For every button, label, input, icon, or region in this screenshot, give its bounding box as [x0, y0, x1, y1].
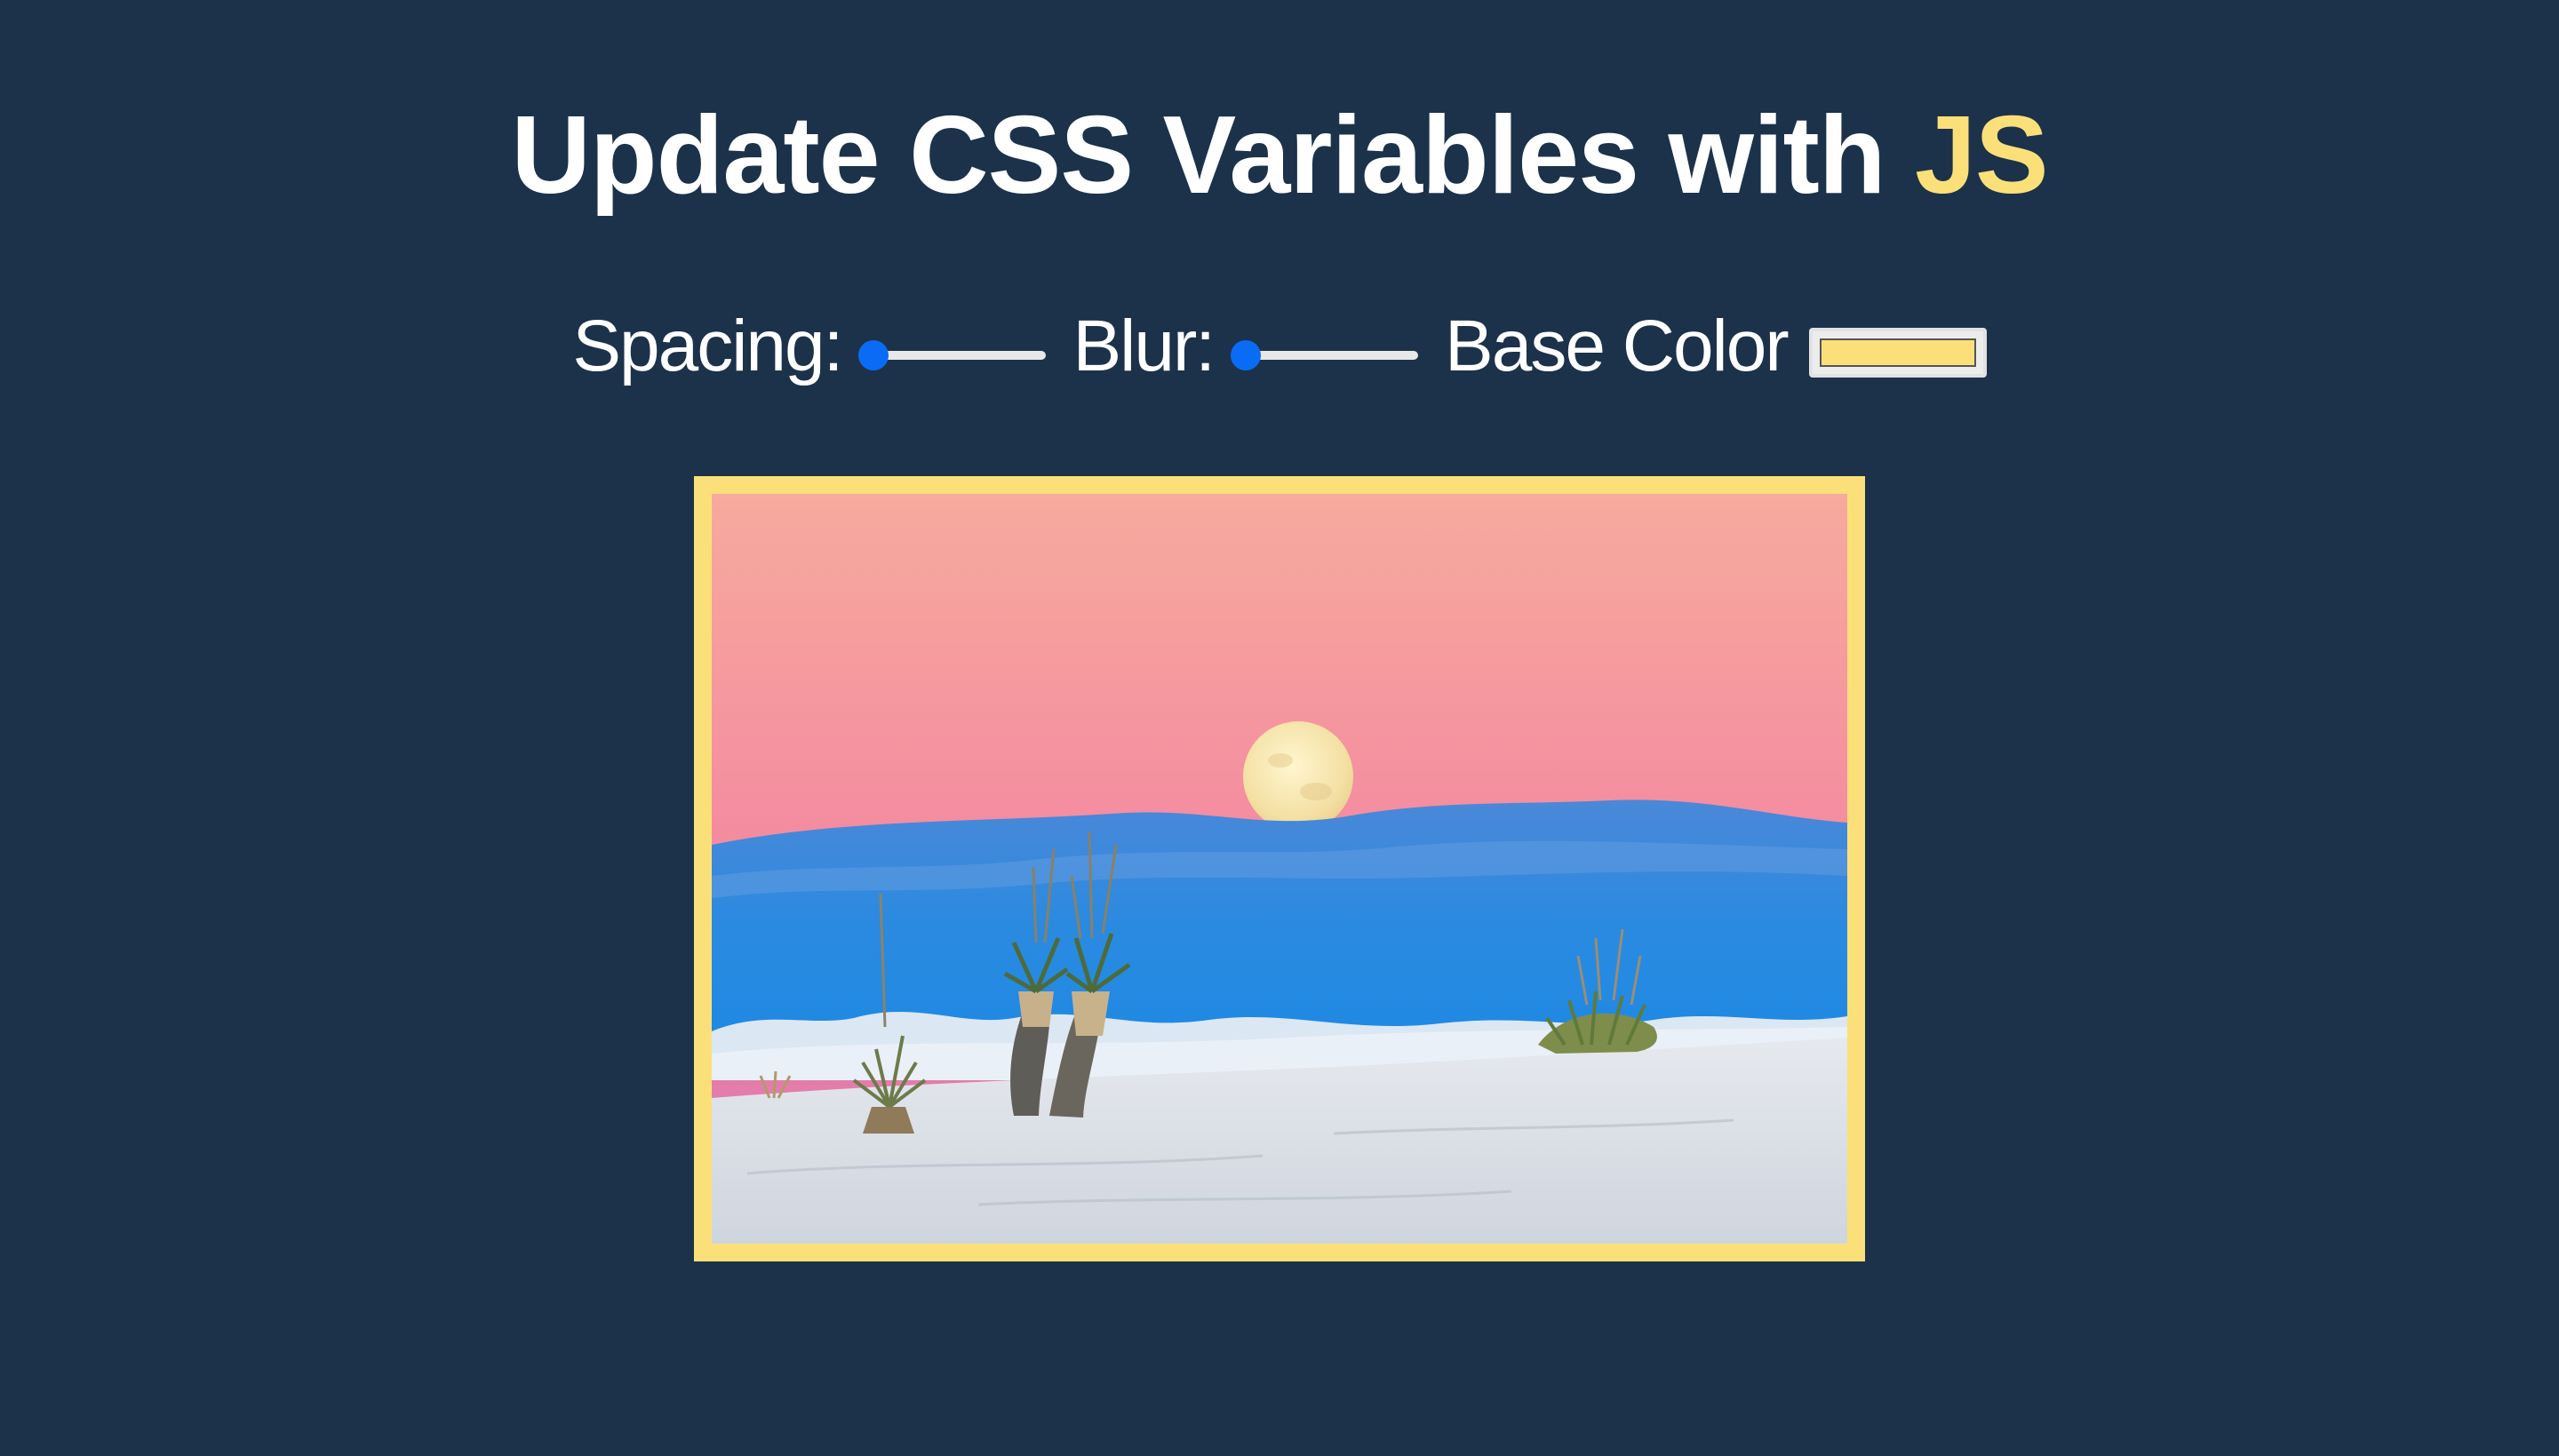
title-text: Update CSS Variables with: [511, 94, 1915, 217]
page-title: Update CSS Variables with JS: [0, 84, 2559, 227]
base-color-picker[interactable]: [1808, 328, 1987, 378]
photo-frame: [694, 476, 1865, 1261]
blur-label: Blur:: [1072, 306, 1216, 386]
controls-bar: Spacing: Blur: Base Color: [0, 293, 2559, 400]
base-color-swatch: [1819, 338, 1976, 367]
blur-slider-track: [1246, 351, 1419, 360]
spacing-slider[interactable]: [858, 337, 1047, 372]
base-color-label: Base Color: [1445, 306, 1790, 386]
blur-slider[interactable]: [1231, 337, 1419, 372]
blur-slider-thumb[interactable]: [1231, 340, 1262, 370]
moon: [1243, 721, 1353, 831]
spacing-label: Spacing:: [572, 306, 843, 386]
title-highlight: JS: [1914, 94, 2049, 217]
landscape-photo: [712, 494, 1847, 1244]
spacing-slider-track: [873, 351, 1047, 360]
spacing-slider-thumb[interactable]: [858, 340, 889, 370]
